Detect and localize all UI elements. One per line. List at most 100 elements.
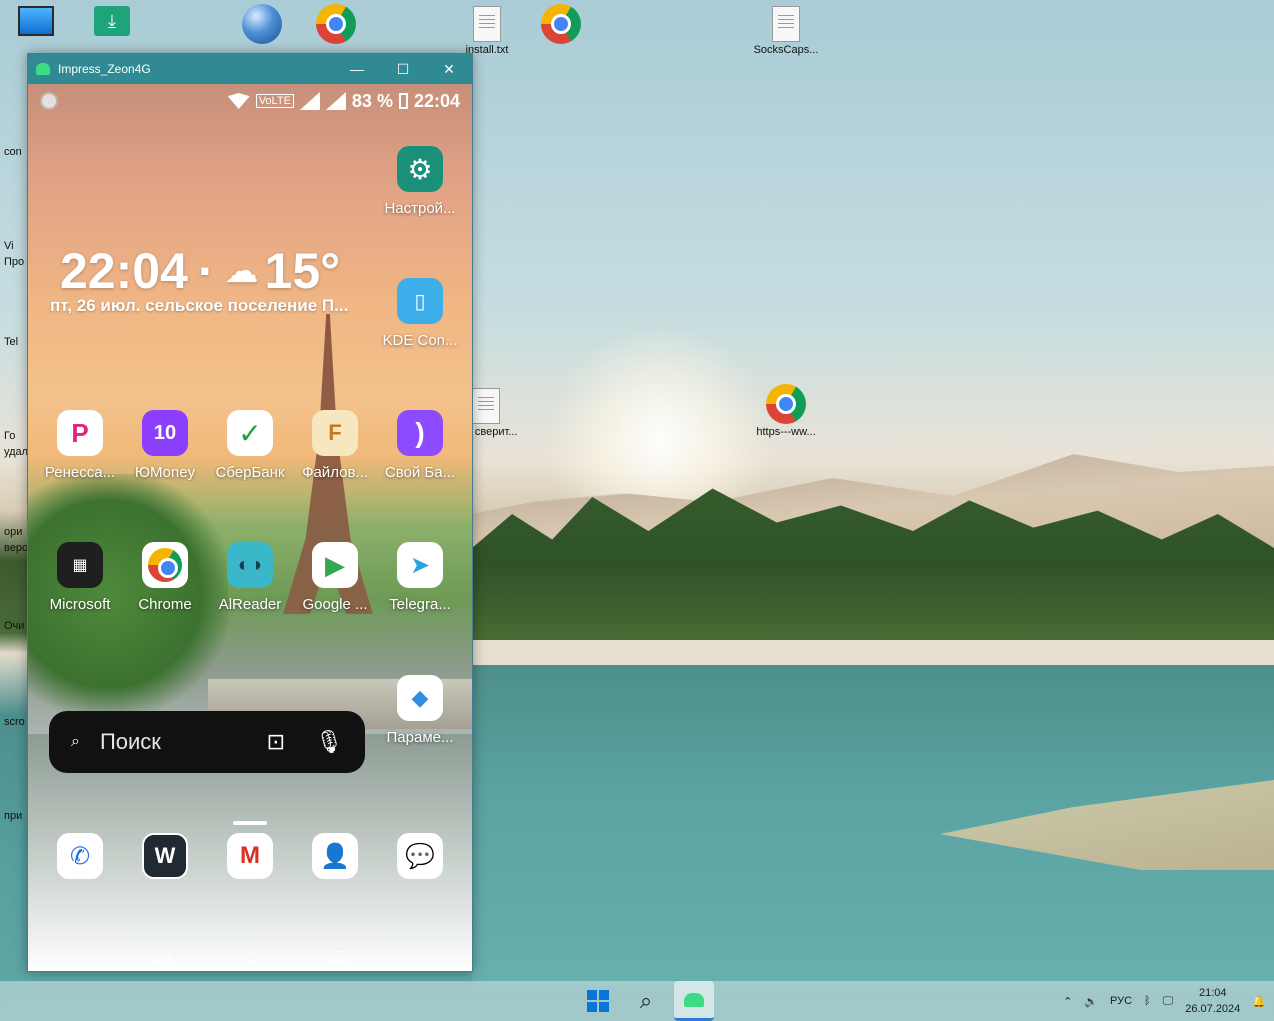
- tray-date: 26.07.2024: [1185, 1003, 1241, 1015]
- left-icon-label[interactable]: Про: [4, 256, 24, 268]
- app-label: KDE Con...: [382, 332, 458, 349]
- taskbar: ⌕ ⌃ 🔊 РУС ᛒ 🖵 21:04 26.07.2024 🔔: [0, 981, 1274, 1021]
- left-icon-label[interactable]: scro: [4, 716, 25, 728]
- left-icon-label[interactable]: при: [4, 810, 22, 822]
- text-file-icon: [472, 388, 500, 424]
- app-alreader[interactable]: ◐◑ AlReader: [207, 542, 293, 613]
- contacts-icon: 👤: [312, 833, 358, 879]
- cloud-icon: ☁: [224, 252, 259, 290]
- chrome-app-icon: [142, 542, 188, 588]
- minimize-button[interactable]: —: [334, 54, 380, 84]
- app-yumoney[interactable]: 10 ЮMoney: [122, 410, 208, 481]
- alreader-icon: ◐◑: [227, 542, 273, 588]
- notification-dot-icon: [40, 92, 58, 110]
- close-button[interactable]: ✕: [426, 54, 472, 84]
- left-icon-label[interactable]: Vi: [4, 240, 14, 252]
- taskbar-search-button[interactable]: ⌕: [626, 981, 666, 1021]
- tray-time: 21:04: [1199, 987, 1227, 999]
- tray-clock[interactable]: 21:04 26.07.2024: [1185, 985, 1240, 1017]
- lens-camera-icon[interactable]: ⊡: [267, 729, 285, 755]
- desktop-icon-sockscaps[interactable]: SocksCaps...: [746, 6, 826, 56]
- wire-icon: W: [142, 833, 188, 879]
- network-icon[interactable]: 🖵: [1163, 995, 1174, 1008]
- notification-bell-icon[interactable]: 🔔: [1252, 995, 1266, 1008]
- chrome-icon: [541, 4, 581, 44]
- desktop-icon-computer[interactable]: [0, 6, 76, 36]
- battery-icon: [398, 93, 408, 109]
- volume-icon[interactable]: 🔊: [1084, 995, 1098, 1008]
- microphone-icon[interactable]: 🎙: [315, 729, 343, 755]
- dock-contacts[interactable]: 👤: [292, 833, 378, 879]
- taskbar-apps: ⌕: [578, 981, 714, 1021]
- start-button[interactable]: [578, 981, 618, 1021]
- download-icon: ⤓: [94, 6, 130, 36]
- desktop-icon-https-shortcut[interactable]: https---ww...: [746, 384, 826, 438]
- app-chrome[interactable]: Chrome: [122, 542, 208, 613]
- app-drawer-handle[interactable]: [233, 821, 267, 825]
- left-icon-label[interactable]: Го: [4, 430, 15, 442]
- widget-separator: ·: [197, 243, 215, 299]
- app-svoy-bank[interactable]: ) Свой Ба...: [377, 410, 463, 481]
- desktop-icon-chrome-1[interactable]: [296, 4, 376, 44]
- dock-phone[interactable]: ✆: [37, 833, 123, 879]
- search-bar[interactable]: ⌕ Поиск ⊡ 🎙: [49, 711, 365, 773]
- chevron-up-icon[interactable]: ⌃: [1063, 995, 1072, 1008]
- emulator-window: Impress_Zeon4G — ☐ ✕ VoLTE 83 % 22:04 22…: [27, 53, 473, 972]
- left-icon-label[interactable]: веро: [4, 542, 28, 554]
- window-titlebar[interactable]: Impress_Zeon4G — ☐ ✕: [28, 54, 472, 84]
- android-icon: [36, 63, 50, 75]
- bluetooth-icon[interactable]: ᛒ: [1144, 995, 1151, 1007]
- window-title: Impress_Zeon4G: [58, 62, 151, 76]
- taskbar-emulator-button[interactable]: [674, 981, 714, 1021]
- phone-icon: ✆: [57, 833, 103, 879]
- app-label: Настрой...: [384, 200, 456, 217]
- text-file-icon: [473, 6, 501, 42]
- left-icon-label[interactable]: удал: [4, 446, 28, 458]
- left-icon-label[interactable]: ори: [4, 526, 22, 538]
- app-kde-connect[interactable]: ▯ KDE Con...: [377, 278, 463, 349]
- desktop-icon-chrome-2[interactable]: [521, 4, 601, 44]
- dock-wire[interactable]: W: [122, 833, 208, 879]
- settings-icon: ⚙: [397, 146, 443, 192]
- language-indicator[interactable]: РУС: [1110, 995, 1132, 1007]
- left-icon-label[interactable]: Tel: [4, 336, 18, 348]
- app-files[interactable]: F Файлов...: [292, 410, 378, 481]
- app-renaissance[interactable]: P Ренесса...: [37, 410, 123, 481]
- app-parameters[interactable]: ◆ Параме...: [377, 675, 463, 746]
- search-icon: ⌕: [639, 988, 653, 1013]
- signal-icon: [325, 92, 346, 110]
- svoy-bank-icon: ): [397, 410, 443, 456]
- back-icon[interactable]: ◁: [155, 946, 170, 971]
- desktop-icon-install-txt[interactable]: install.txt: [447, 6, 527, 56]
- app-google-play[interactable]: ▶ Google ...: [292, 542, 378, 613]
- left-icon-label[interactable]: con: [4, 146, 22, 158]
- widget-date-location: пт, 26 июл. сельское поселение П...: [50, 296, 349, 315]
- recents-icon[interactable]: □: [332, 946, 344, 971]
- search-icon: ⌕: [71, 733, 80, 750]
- files-icon: F: [312, 410, 358, 456]
- app-microsoft[interactable]: ▦ Microsoft: [37, 542, 123, 613]
- app-label: Файлов...: [302, 464, 368, 481]
- desktop-icon-globe[interactable]: [222, 4, 302, 44]
- left-icon-label[interactable]: Очи: [4, 620, 24, 632]
- navigation-bar: ◁ ○ □: [28, 946, 472, 971]
- dock-messages[interactable]: 💬: [377, 833, 463, 879]
- app-sberbank[interactable]: ✓ СберБанк: [207, 410, 293, 481]
- dock-gmail-go[interactable]: M: [207, 833, 293, 879]
- messages-icon: 💬: [397, 833, 443, 879]
- app-telegram[interactable]: ➤ Telegra...: [377, 542, 463, 613]
- app-label: ЮMoney: [134, 464, 196, 481]
- app-label: Свой Ба...: [384, 464, 456, 481]
- clock-widget[interactable]: 22:04 · ☁ 15°: [60, 242, 340, 300]
- battery-percent: 83 %: [351, 90, 393, 111]
- microsoft-icon: ▦: [57, 542, 103, 588]
- search-input[interactable]: Поиск: [100, 729, 237, 755]
- app-label: Google ...: [302, 596, 368, 613]
- app-settings[interactable]: ⚙ Настрой...: [377, 146, 463, 217]
- app-label: AlReader: [218, 596, 282, 613]
- google-play-icon: ▶: [312, 542, 358, 588]
- maximize-button[interactable]: ☐: [380, 54, 426, 84]
- desktop-icon-downloads[interactable]: ⤓: [72, 6, 152, 36]
- home-icon[interactable]: ○: [246, 946, 258, 971]
- app-label: Telegra...: [389, 596, 451, 613]
